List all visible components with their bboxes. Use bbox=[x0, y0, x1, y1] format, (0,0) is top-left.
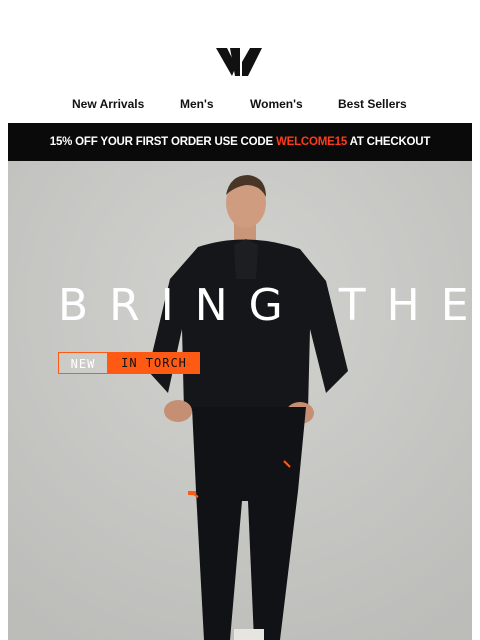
nav-item-womens[interactable]: Women's bbox=[250, 96, 303, 112]
promo-code: WELCOME15 bbox=[275, 136, 348, 148]
nav-item-mens[interactable]: Men's bbox=[180, 96, 214, 112]
nav-item-new-arrivals[interactable]: New Arrivals bbox=[72, 96, 144, 112]
hero-model-image bbox=[8, 161, 472, 640]
brand-logo-icon[interactable] bbox=[216, 48, 262, 76]
main-nav: New Arrivals Men's Women's Best Sellers bbox=[0, 96, 480, 114]
nav-item-best-sellers[interactable]: Best Sellers bbox=[338, 96, 407, 112]
new-badge: NEW bbox=[58, 352, 108, 374]
color-badge: IN TORCH bbox=[108, 352, 200, 374]
hero-banner[interactable]: BRING THE FIRE NEW IN TORCH bbox=[8, 161, 472, 640]
promo-banner[interactable]: 15% OFF YOUR FIRST ORDER USE CODE WELCOM… bbox=[8, 123, 472, 161]
hero-headline: BRING THE FIRE bbox=[58, 280, 472, 331]
promo-text-prefix: 15% OFF YOUR FIRST ORDER USE CODE bbox=[49, 136, 276, 148]
promo-text-suffix: AT CHECKOUT bbox=[347, 136, 431, 148]
